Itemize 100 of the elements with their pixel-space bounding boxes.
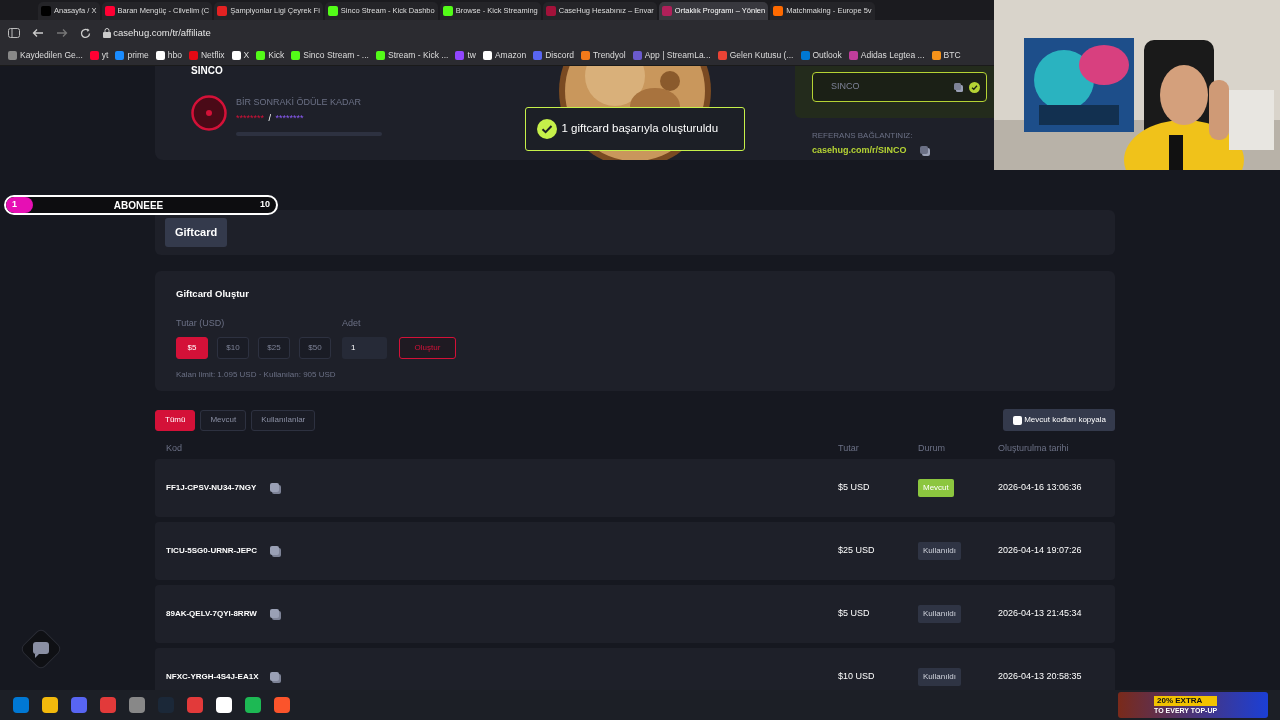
bookmark-icon <box>115 51 125 60</box>
bookmark-icon <box>848 51 858 60</box>
forward-icon[interactable] <box>56 28 68 38</box>
copy-icon[interactable] <box>269 482 281 494</box>
bookmark[interactable]: prime <box>115 49 149 62</box>
copy-icon[interactable] <box>954 82 963 92</box>
filter-tab[interactable]: Tümü <box>155 409 196 431</box>
count-field[interactable]: 1 <box>342 336 387 359</box>
referral-code-field[interactable]: SINCO <box>812 72 987 102</box>
date-cell-text: 2026-04-13 20:58:35 <box>998 670 1083 684</box>
reload-icon[interactable] <box>80 27 91 39</box>
section-tab[interactable]: Giftcard <box>165 218 228 247</box>
bookmark-icon <box>482 51 492 60</box>
check-icon <box>537 119 557 139</box>
bookmark[interactable]: Netflix <box>188 49 225 62</box>
bookmark[interactable]: yt <box>89 49 109 62</box>
bookmark-icon <box>717 51 727 60</box>
code-cell: TICU-5SG0-URNR-JEPC <box>166 545 256 557</box>
bookmark-icon <box>155 51 165 60</box>
referral-label: REFERANS BAĞLANTINIZ: <box>812 130 914 142</box>
amount-option[interactable]: $10 <box>217 336 249 359</box>
bookmark-icon <box>8 51 17 60</box>
bookmark-icon <box>89 51 99 60</box>
date-cell-text: 2026-04-13 21:45:34 <box>998 607 1083 621</box>
bookmark[interactable]: X <box>231 49 250 62</box>
copy-codes-button[interactable]: Mevcut kodları kopyala <box>1002 409 1115 431</box>
code-cell: FF1J-CPSV-NU34-7NGY <box>166 482 256 494</box>
limit-text: Kalan limit: 1.095 USD · Kullanılan: 905 USD <box>176 368 337 381</box>
bookmark[interactable]: Stream - Kick ... <box>375 49 449 62</box>
amount-cell-text: $25 USD <box>838 544 876 558</box>
column-header: Tutar <box>838 442 860 456</box>
bookmark[interactable]: Outlook <box>800 49 842 62</box>
status-badge: Kullanıldı <box>918 668 961 686</box>
progress-value: ******** <box>236 112 265 125</box>
amount-option[interactable]: $50 <box>299 336 331 359</box>
bookmark[interactable]: Kick <box>256 49 285 62</box>
filter-tab[interactable]: Kullanılanlar <box>251 409 316 431</box>
copy-icon[interactable] <box>269 608 281 620</box>
bookmark-icon <box>580 51 590 60</box>
status-badge: Kullanıldı <box>918 605 961 623</box>
tab-favicon-icon <box>661 6 672 16</box>
separator-text: / <box>268 112 272 125</box>
column-header: Oluşturulma tarihi <box>998 442 1070 456</box>
referral-link[interactable]: casehug.com/r/SINCO <box>812 144 907 158</box>
reward-label: BİR SONRAKİ ÖDÜLE KADAR <box>236 96 363 110</box>
amount-cell-text: $5 USD <box>838 481 871 495</box>
tab-favicon-icon <box>773 6 784 16</box>
status-badge: Mevcut <box>918 479 954 497</box>
amount-label: Tutar (USD) <box>176 317 226 331</box>
app-icon[interactable] <box>215 696 233 714</box>
bookmark-icon <box>256 51 266 60</box>
bookmark[interactable]: Discord <box>533 49 574 62</box>
bookmark[interactable]: Gelen Kutusu (... <box>717 49 794 62</box>
tab-favicon-icon <box>217 6 228 16</box>
tab-favicon-icon <box>41 6 51 16</box>
progress-target: ******** <box>275 112 304 125</box>
copy-icon[interactable] <box>269 671 281 683</box>
bookmark[interactable]: hbo <box>155 49 182 62</box>
filter-tab[interactable]: Mevcut <box>200 409 247 431</box>
goal-title: ABONEEE <box>113 198 164 213</box>
bookmark[interactable]: tw <box>455 49 476 62</box>
bookmark[interactable]: Sinco Stream - ... <box>291 49 369 62</box>
address-field[interactable]: casehug.com/tr/affiliate <box>113 25 211 41</box>
bookmark[interactable]: Trendyol <box>580 49 626 62</box>
copy-icon[interactable] <box>269 545 281 557</box>
copy-icon <box>1011 415 1022 425</box>
tab-favicon-icon <box>545 6 556 16</box>
status-badge: Kullanıldı <box>918 542 961 560</box>
bookmark-icon <box>455 51 465 60</box>
bookmark-icon <box>188 51 198 60</box>
bookmark[interactable]: Amazon <box>482 49 527 62</box>
amount-cell-text: $5 USD <box>838 607 871 621</box>
tab-favicon-icon <box>104 6 115 16</box>
bookmark-icon <box>632 51 642 60</box>
bookmark[interactable]: Adidas Legtea ... <box>848 49 925 62</box>
goal-target: 10 <box>259 198 270 212</box>
bookmark-icon <box>375 51 385 60</box>
bookmark-icon <box>931 51 941 60</box>
tab-favicon-icon <box>442 6 453 16</box>
column-header: Kod <box>166 442 183 456</box>
lock-icon <box>103 28 111 38</box>
copy-icon[interactable] <box>920 145 931 156</box>
bookmark-icon <box>533 51 543 60</box>
check-icon[interactable] <box>969 81 980 93</box>
sidebar-icon[interactable] <box>8 28 20 38</box>
promo-title: 20% EXTRA <box>1154 695 1218 706</box>
back-icon[interactable] <box>32 28 44 38</box>
bookmark[interactable]: App | StreamLa... <box>632 49 711 62</box>
amount-option[interactable]: $5 <box>176 336 208 359</box>
bookmark[interactable]: Kaydedilen Ge... <box>8 49 83 62</box>
date-cell-text: 2026-04-14 19:07:26 <box>998 544 1083 558</box>
create-title: Giftcard Oluştur <box>176 287 250 301</box>
bookmark-icon <box>291 51 301 60</box>
bookmark[interactable]: BTC <box>931 49 961 62</box>
count-label: Adet <box>342 317 362 331</box>
toast-message: 1 giftcard başarıyla oluşturuldu <box>561 121 719 137</box>
tab-favicon-icon <box>327 6 338 16</box>
column-header: Durum <box>918 442 946 456</box>
amount-option[interactable]: $25 <box>258 336 290 359</box>
profile-name: SINCO <box>191 66 223 76</box>
